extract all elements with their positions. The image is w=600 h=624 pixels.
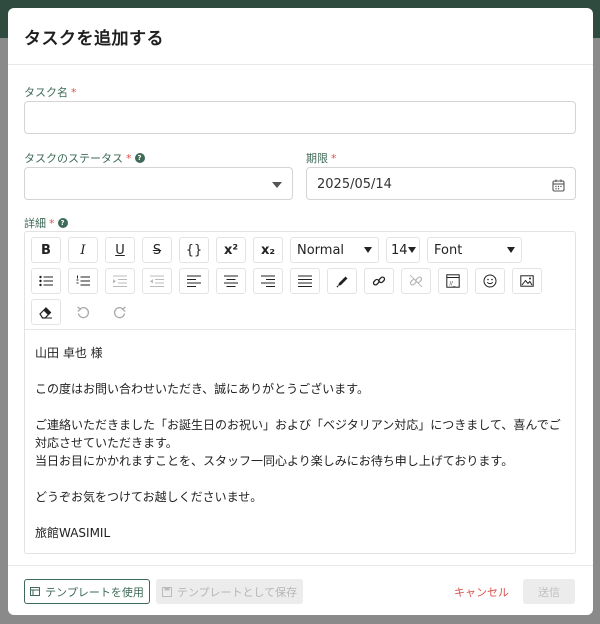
content-blank	[35, 398, 565, 416]
help-icon[interactable]: ?	[134, 153, 145, 163]
content-line: ご連絡いただきました「お誕生日のお祝い」および「ベジタリアン対応」につきまして、…	[35, 418, 561, 450]
chevron-down-icon	[507, 247, 515, 253]
use-template-button[interactable]: テンプレートを使用	[24, 579, 150, 604]
undo-button[interactable]	[68, 299, 98, 325]
details-label: 詳細 * ?	[24, 215, 68, 231]
editor-toolbar: B I U S {} x² x₂ Normal 14 Font //_	[25, 232, 575, 330]
bullet-list-button[interactable]	[31, 268, 61, 294]
modal-header: タスクを追加する	[8, 8, 593, 65]
content-line: 山田 卓也 様	[35, 346, 103, 360]
task-status-select[interactable]	[24, 167, 293, 200]
align-left-icon	[187, 275, 201, 287]
content-line: どうぞお気をつけてお越しくださいませ。	[35, 490, 263, 504]
submit-button[interactable]: 送信	[523, 579, 575, 604]
content-line: 旅館WASIMIL	[35, 526, 111, 540]
italic-button[interactable]: I	[68, 237, 98, 263]
pen-icon	[336, 276, 347, 287]
clear-format-button[interactable]	[31, 299, 61, 325]
block-style-value: Normal	[297, 242, 345, 258]
subscript-button[interactable]: x₂	[253, 237, 283, 263]
image-button[interactable]	[512, 268, 542, 294]
use-template-label: テンプレートを使用	[45, 585, 144, 599]
align-center-icon	[224, 275, 238, 287]
smiley-icon	[483, 274, 497, 288]
task-status-label-text: タスクのステータス	[24, 152, 123, 165]
due-date-label: 期限 *	[306, 150, 337, 166]
superscript-button[interactable]: x²	[216, 237, 246, 263]
bold-button[interactable]: B	[31, 237, 61, 263]
required-mark: *	[49, 216, 55, 230]
required-mark: *	[71, 85, 77, 99]
modal-footer: テンプレートを使用 テンプレートとして保存 キャンセル 送信	[8, 565, 593, 615]
unlink-icon	[409, 274, 423, 288]
content-blank	[35, 506, 565, 524]
outdent-icon	[150, 275, 164, 287]
font-value: Font	[434, 242, 463, 258]
align-left-button[interactable]	[179, 268, 209, 294]
indent-button[interactable]	[105, 268, 135, 294]
add-task-modal: タスクを追加する タスク名 * タスクのステータス * ? 期限 * 2025/…	[8, 8, 593, 615]
align-right-icon	[261, 275, 275, 287]
task-status-label: タスクのステータス * ?	[24, 150, 145, 166]
content-blank	[35, 470, 565, 488]
save-template-button[interactable]: テンプレートとして保存	[156, 579, 303, 604]
svg-text://_: //_	[450, 281, 456, 287]
outdent-button[interactable]	[142, 268, 172, 294]
align-right-button[interactable]	[253, 268, 283, 294]
align-center-button[interactable]	[216, 268, 246, 294]
due-date-value: 2025/05/14	[317, 177, 392, 192]
link-icon	[372, 276, 386, 286]
modal-title: タスクを追加する	[24, 29, 164, 49]
cancel-button[interactable]: キャンセル	[454, 584, 509, 600]
rich-text-editor: B I U S {} x² x₂ Normal 14 Font //_ 山田 卓…	[24, 231, 576, 554]
redo-button[interactable]	[105, 299, 135, 325]
editor-content[interactable]: 山田 卓也 様 この度はお問い合わせいただき、誠にありがとうございます。 ご連絡…	[25, 330, 575, 553]
content-line: この度はお問い合わせいただき、誠にありがとうございます。	[35, 382, 369, 396]
justify-button[interactable]	[290, 268, 320, 294]
save-template-label: テンプレートとして保存	[176, 585, 298, 599]
indent-icon	[113, 275, 127, 287]
color-picker-button[interactable]	[327, 268, 357, 294]
embed-button[interactable]: //_	[438, 268, 468, 294]
font-size-select[interactable]: 14	[386, 237, 420, 263]
help-icon[interactable]: ?	[57, 218, 68, 228]
details-label-text: 詳細	[24, 217, 46, 230]
font-size-value: 14	[391, 242, 408, 258]
content-line: 当日お目にかかれますことを、スタッフ一同心より楽しみにお待ち申し上げております。	[35, 454, 514, 468]
calendar-icon[interactable]	[552, 177, 565, 196]
strikethrough-button[interactable]: S	[142, 237, 172, 263]
underline-button[interactable]: U	[105, 237, 135, 263]
save-icon	[161, 586, 172, 597]
due-date-label-text: 期限	[306, 152, 328, 165]
justify-icon	[298, 275, 312, 287]
numbered-list-icon	[76, 275, 90, 286]
font-select[interactable]: Font	[427, 237, 522, 263]
block-style-select[interactable]: Normal	[290, 237, 379, 263]
chevron-down-icon	[364, 247, 372, 253]
toolbar-row-1: B I U S {} x² x₂ Normal 14 Font	[31, 237, 522, 263]
task-name-label: タスク名 *	[24, 84, 77, 100]
emoji-button[interactable]	[475, 268, 505, 294]
chevron-down-icon	[272, 182, 282, 188]
bullet-list-icon	[39, 275, 53, 287]
required-mark: *	[331, 151, 337, 165]
toolbar-row-3	[31, 299, 135, 325]
numbered-list-button[interactable]	[68, 268, 98, 294]
code-button[interactable]: {}	[179, 237, 209, 263]
chevron-down-icon	[407, 247, 416, 253]
content-blank	[35, 362, 565, 380]
task-name-label-text: タスク名	[24, 86, 68, 99]
undo-icon	[77, 306, 90, 319]
task-name-input[interactable]	[24, 101, 576, 134]
embed-icon: //_	[446, 274, 460, 288]
image-icon	[520, 275, 534, 287]
toolbar-row-2: //_	[31, 268, 542, 294]
eraser-icon	[39, 306, 52, 319]
link-button[interactable]	[364, 268, 394, 294]
required-mark: *	[126, 151, 132, 165]
due-date-input[interactable]: 2025/05/14	[306, 167, 576, 200]
unlink-button[interactable]	[401, 268, 431, 294]
template-icon	[30, 587, 41, 596]
redo-icon	[113, 306, 126, 319]
